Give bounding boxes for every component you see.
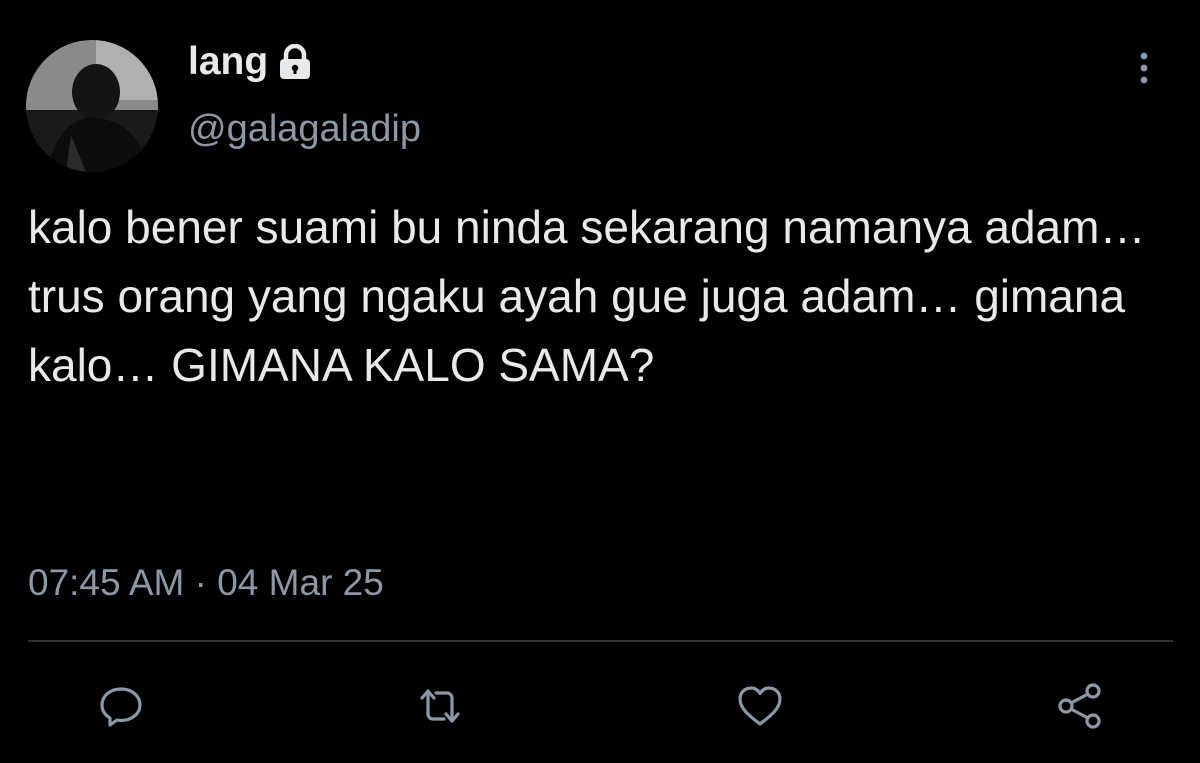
tweet-timestamp: 07:45 AM · 04 Mar 25: [28, 562, 384, 604]
tweet-date: 04 Mar 25: [217, 562, 384, 603]
tweet-card: lang @galagaladip kalo bener suami bu ni…: [0, 0, 1200, 763]
reply-icon[interactable]: [95, 680, 147, 732]
display-name-row[interactable]: lang: [188, 40, 312, 84]
display-name[interactable]: lang: [188, 40, 268, 84]
lock-icon: [278, 43, 312, 80]
user-handle[interactable]: @galagaladip: [188, 108, 421, 151]
retweet-icon[interactable]: [414, 680, 466, 732]
share-icon[interactable]: [1054, 680, 1106, 732]
avatar[interactable]: [26, 40, 158, 172]
tweet-time: 07:45 AM: [28, 562, 185, 603]
like-icon[interactable]: [734, 680, 786, 732]
divider: [28, 640, 1173, 642]
tweet-text: kalo bener suami bu ninda sekarang naman…: [28, 201, 1146, 391]
more-options-icon[interactable]: [1130, 48, 1158, 88]
meta-separator: ·: [194, 562, 207, 603]
